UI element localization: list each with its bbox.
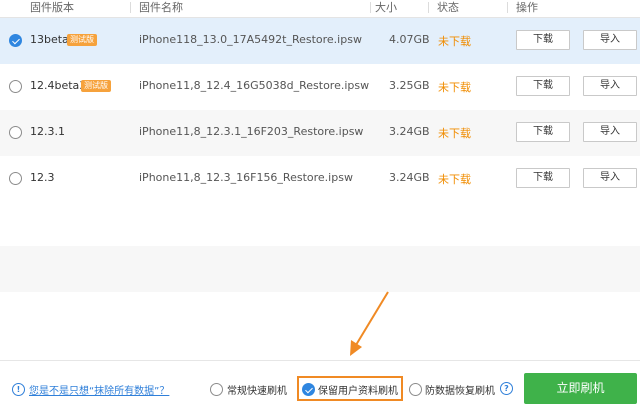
download-status: 未下载	[438, 127, 471, 140]
firmware-version: 13beta	[30, 33, 69, 46]
col-name-header: 固件名称	[139, 1, 183, 14]
col-action-header: 操作	[516, 1, 538, 14]
check-circle-icon[interactable]	[302, 383, 315, 396]
table-row[interactable]: 12.4beta3 测试版 iPhone11,8_12.4_16G5038d_R…	[0, 64, 640, 110]
firmware-size: 3.24GB	[389, 125, 430, 138]
erase-all-data-link[interactable]: 您是不是只想“抹除所有数据”？	[29, 382, 169, 397]
header-divider	[130, 2, 131, 13]
help-icon[interactable]: ?	[500, 382, 513, 395]
radio-icon[interactable]	[9, 172, 22, 185]
table-row[interactable]: 13beta 测试版 iPhone118_13.0_17A5492t_Resto…	[0, 18, 640, 64]
beta-badge: 测试版	[67, 34, 97, 46]
download-status: 未下载	[438, 81, 471, 94]
import-button[interactable]: 导入	[583, 168, 637, 188]
option-normal-flash[interactable]: 常规快速刷机	[227, 382, 287, 397]
option-anti-recovery-flash[interactable]: 防数据恢复刷机	[425, 382, 495, 397]
beta-badge: 测试版	[81, 80, 111, 92]
option-keep-data-flash[interactable]: 保留用户资料刷机	[318, 382, 398, 397]
check-circle-icon[interactable]	[9, 34, 22, 47]
flash-now-button[interactable]: 立即刷机	[524, 373, 637, 404]
radio-icon[interactable]	[210, 383, 223, 396]
firmware-filename: iPhone118_13.0_17A5492t_Restore.ipsw	[139, 33, 362, 46]
firmware-size: 4.07GB	[389, 33, 430, 46]
firmware-filename: iPhone11,8_12.4_16G5038d_Restore.ipsw	[139, 79, 370, 92]
header-divider	[428, 2, 429, 13]
firmware-filename: iPhone11,8_12.3_16F156_Restore.ipsw	[139, 171, 353, 184]
download-button[interactable]: 下载	[516, 122, 570, 142]
header-divider	[370, 2, 371, 13]
table-row[interactable]: 12.3 iPhone11,8_12.3_16F156_Restore.ipsw…	[0, 156, 640, 202]
firmware-version: 12.3	[30, 171, 55, 184]
download-status: 未下载	[438, 35, 471, 48]
radio-icon[interactable]	[409, 383, 422, 396]
footer-bar: ! 您是不是只想“抹除所有数据”？ 常规快速刷机 保留用户资料刷机 防数据恢复刷…	[0, 360, 640, 409]
firmware-size: 3.25GB	[389, 79, 430, 92]
firmware-version: 12.3.1	[30, 125, 65, 138]
radio-icon[interactable]	[9, 80, 22, 93]
empty-row	[0, 246, 640, 292]
firmware-version: 12.4beta3	[30, 79, 87, 92]
download-button[interactable]: 下载	[516, 168, 570, 188]
col-version-header: 固件版本	[30, 1, 74, 14]
import-button[interactable]: 导入	[583, 122, 637, 142]
table-row[interactable]: 12.3.1 iPhone11,8_12.3.1_16F203_Restore.…	[0, 110, 640, 156]
download-status: 未下载	[438, 173, 471, 186]
import-button[interactable]: 导入	[583, 30, 637, 50]
firmware-size: 3.24GB	[389, 171, 430, 184]
download-button[interactable]: 下载	[516, 76, 570, 96]
firmware-filename: iPhone11,8_12.3.1_16F203_Restore.ipsw	[139, 125, 364, 138]
table-header: 固件版本 固件名称 大小 状态 操作	[0, 0, 640, 18]
col-size-header: 大小	[375, 1, 397, 14]
info-icon: !	[12, 383, 25, 396]
header-divider	[507, 2, 508, 13]
download-button[interactable]: 下载	[516, 30, 570, 50]
import-button[interactable]: 导入	[583, 76, 637, 96]
col-status-header: 状态	[437, 1, 459, 14]
radio-icon[interactable]	[9, 126, 22, 139]
